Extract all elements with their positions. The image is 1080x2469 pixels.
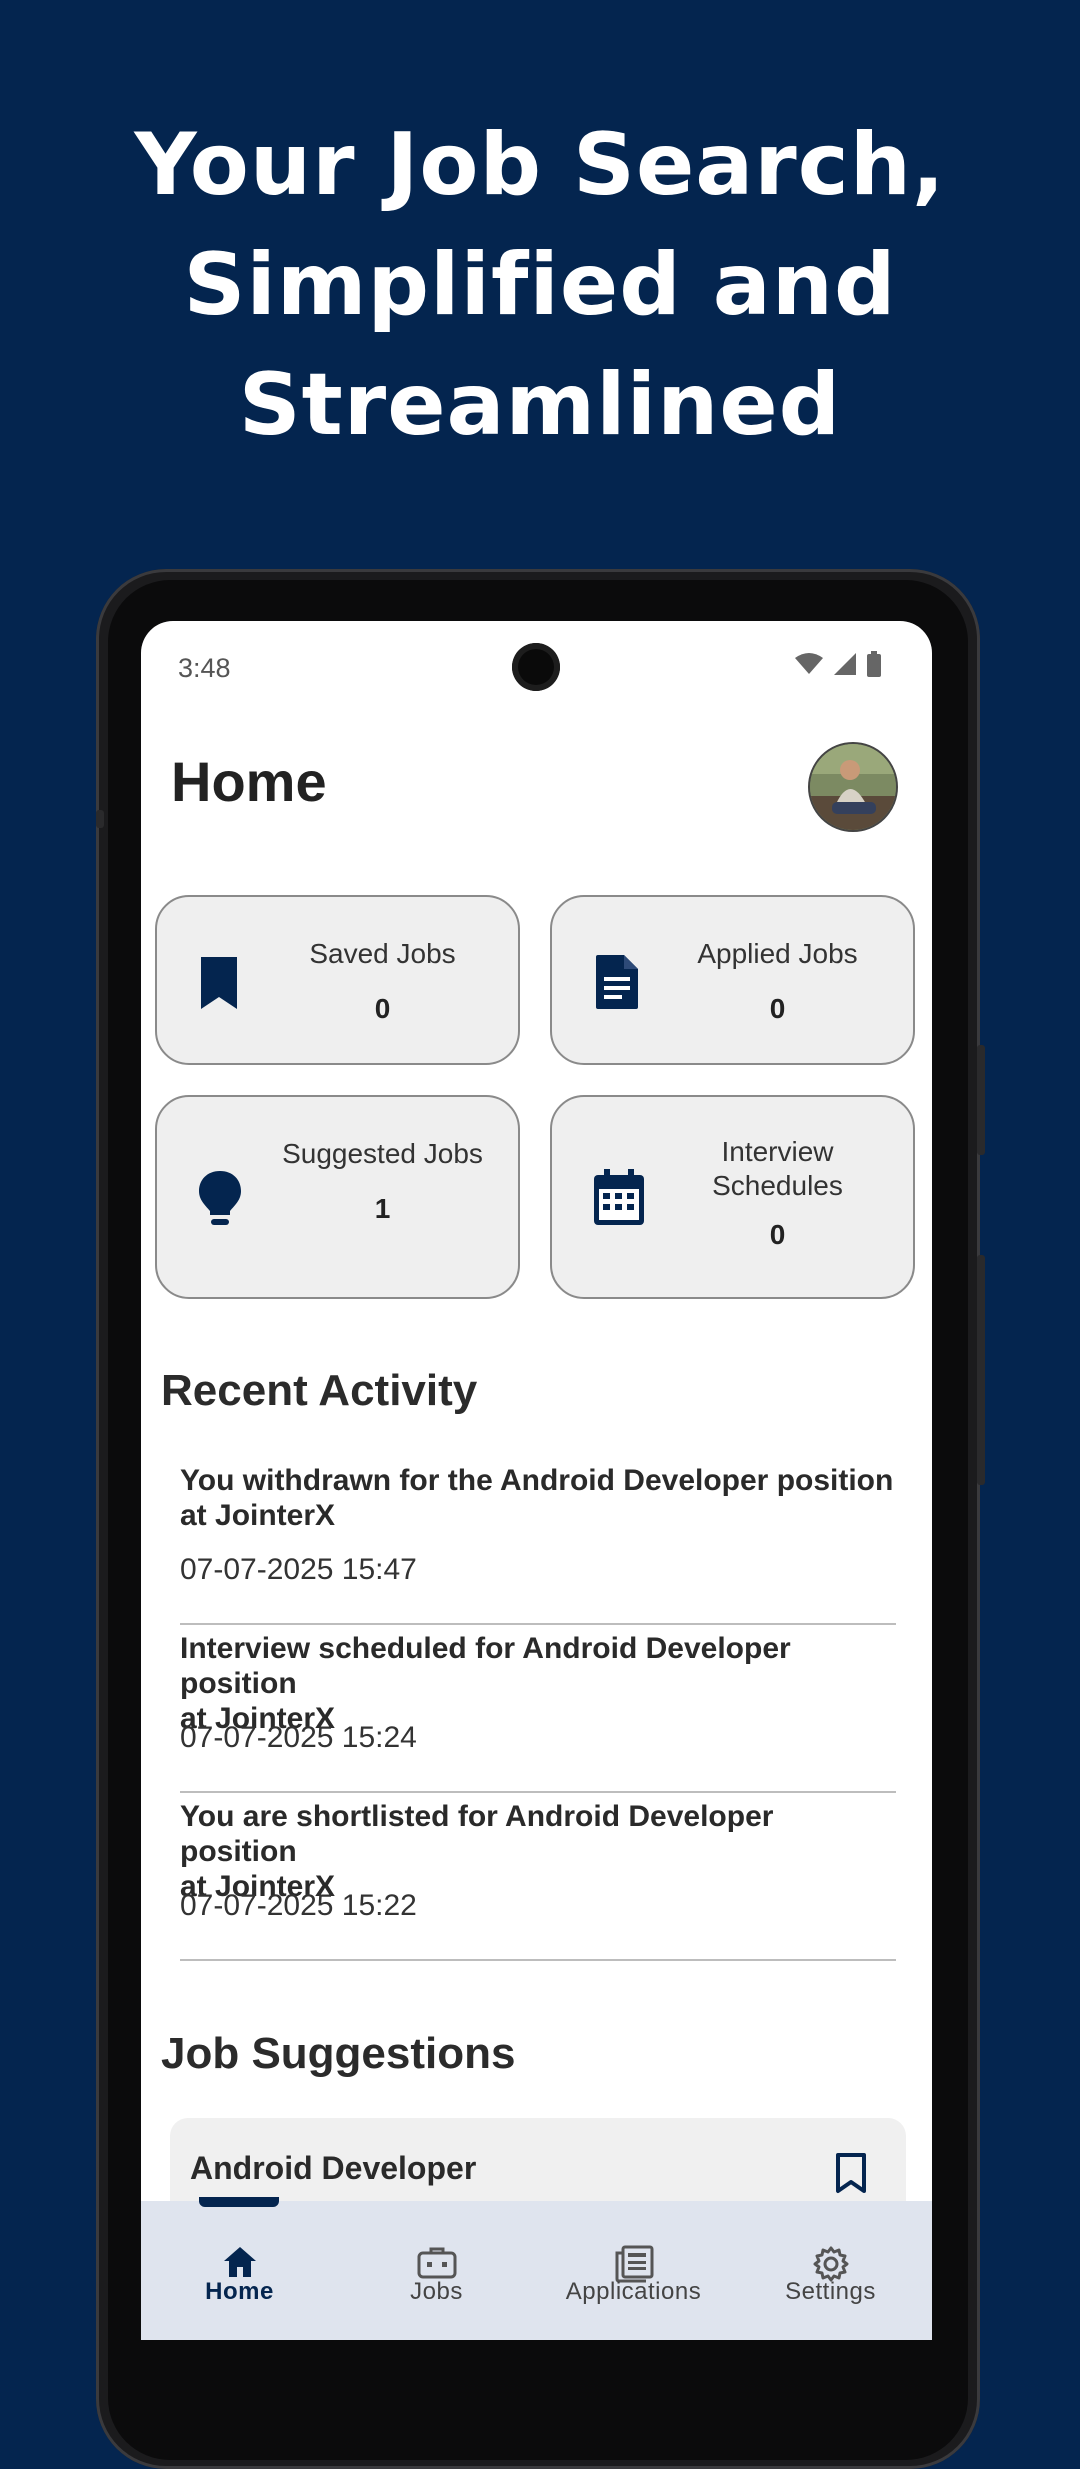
nav-applications-label: Applications	[565, 2278, 702, 2305]
activity-message-line-1: You withdrawn for the Android Developer …	[180, 1464, 894, 1497]
document-icon	[592, 953, 642, 1016]
bottom-navigation: Home Jobs Applications Settings	[141, 2197, 932, 2340]
active-indicator	[199, 2197, 279, 2207]
nav-settings[interactable]: Settings	[732, 2201, 929, 2340]
bookmark-icon[interactable]	[834, 2152, 868, 2199]
activity-item[interactable]: Interview scheduled for Android Develope…	[180, 1625, 896, 1793]
interview-schedules-card[interactable]: Interview Schedules 0	[550, 1095, 915, 1299]
suggested-jobs-count: 1	[374, 1193, 391, 1224]
nav-home[interactable]: Home	[141, 2197, 338, 2340]
applied-jobs-card[interactable]: Applied Jobs 0	[550, 895, 915, 1065]
battery-icon	[867, 651, 881, 677]
headline-line-2: Simplified and	[183, 235, 897, 335]
nav-jobs[interactable]: Jobs	[338, 2201, 535, 2340]
avatar[interactable]	[808, 742, 898, 832]
briefcase-icon	[417, 2247, 456, 2279]
home-icon	[223, 2247, 256, 2277]
profile-photo	[810, 744, 896, 830]
nav-settings-label: Settings	[785, 2278, 876, 2305]
activity-message-line-1: You are shortlisted for Android Develope…	[180, 1800, 774, 1868]
status-icons	[794, 651, 882, 677]
headline-line-1: Your Job Search,	[134, 115, 946, 215]
job-suggestions-title: Job Suggestions	[161, 2029, 516, 2078]
applied-jobs-label: Applied Jobs	[697, 938, 858, 969]
activity-message-line-1: Interview scheduled for Android Develope…	[180, 1632, 791, 1700]
interview-schedules-count: 0	[769, 1219, 786, 1250]
nav-home-label: Home	[205, 2278, 274, 2305]
activity-message: You withdrawn for the Android Developer …	[180, 1463, 896, 1533]
saved-jobs-card[interactable]: Saved Jobs 0	[155, 895, 520, 1065]
page-title: Home	[171, 750, 327, 813]
activity-item[interactable]: You withdrawn for the Android Developer …	[180, 1457, 896, 1625]
applied-jobs-count: 0	[769, 993, 786, 1024]
saved-jobs-label: Saved Jobs	[309, 938, 456, 969]
nav-jobs-label: Jobs	[410, 2278, 463, 2305]
headline-line-3: Streamlined	[238, 355, 842, 455]
recent-activity-title: Recent Activity	[161, 1366, 478, 1415]
suggested-jobs-label: Suggested Jobs	[282, 1138, 483, 1169]
activity-message-line-2: at JointerX	[180, 1499, 336, 1532]
suggested-jobs-card[interactable]: Suggested Jobs 1	[155, 1095, 520, 1299]
activity-timestamp: 07-07-2025 15:24	[180, 1721, 417, 1754]
left-side-button	[96, 810, 104, 828]
front-camera	[512, 643, 560, 691]
activity-timestamp: 07-07-2025 15:47	[180, 1553, 417, 1586]
interview-schedules-label: Interview Schedules	[662, 1135, 893, 1203]
signal-icon	[834, 653, 856, 675]
wifi-icon	[795, 653, 823, 674]
nav-applications[interactable]: Applications	[535, 2201, 732, 2340]
volume-button	[977, 1255, 985, 1485]
phone-screen: 3:48 Home Saved Jobs 0 Applied Jobs 0 Su…	[141, 621, 932, 2340]
job-title: Android Developer	[190, 2150, 477, 2186]
status-time: 3:48	[178, 653, 231, 683]
saved-jobs-count: 0	[374, 993, 391, 1024]
power-button	[977, 1045, 985, 1155]
lightbulb-icon	[197, 1169, 243, 1234]
activity-item[interactable]: You are shortlisted for Android Develope…	[180, 1793, 896, 1961]
activity-timestamp: 07-07-2025 15:22	[180, 1889, 417, 1922]
interview-label-line-1: Interview	[721, 1136, 834, 1167]
promo-headline: Your Job Search, Simplified and Streamli…	[0, 105, 1080, 465]
calendar-icon	[592, 1169, 646, 1232]
interview-label-line-2: Schedules	[712, 1170, 843, 1201]
bookmark-icon	[197, 955, 241, 1016]
